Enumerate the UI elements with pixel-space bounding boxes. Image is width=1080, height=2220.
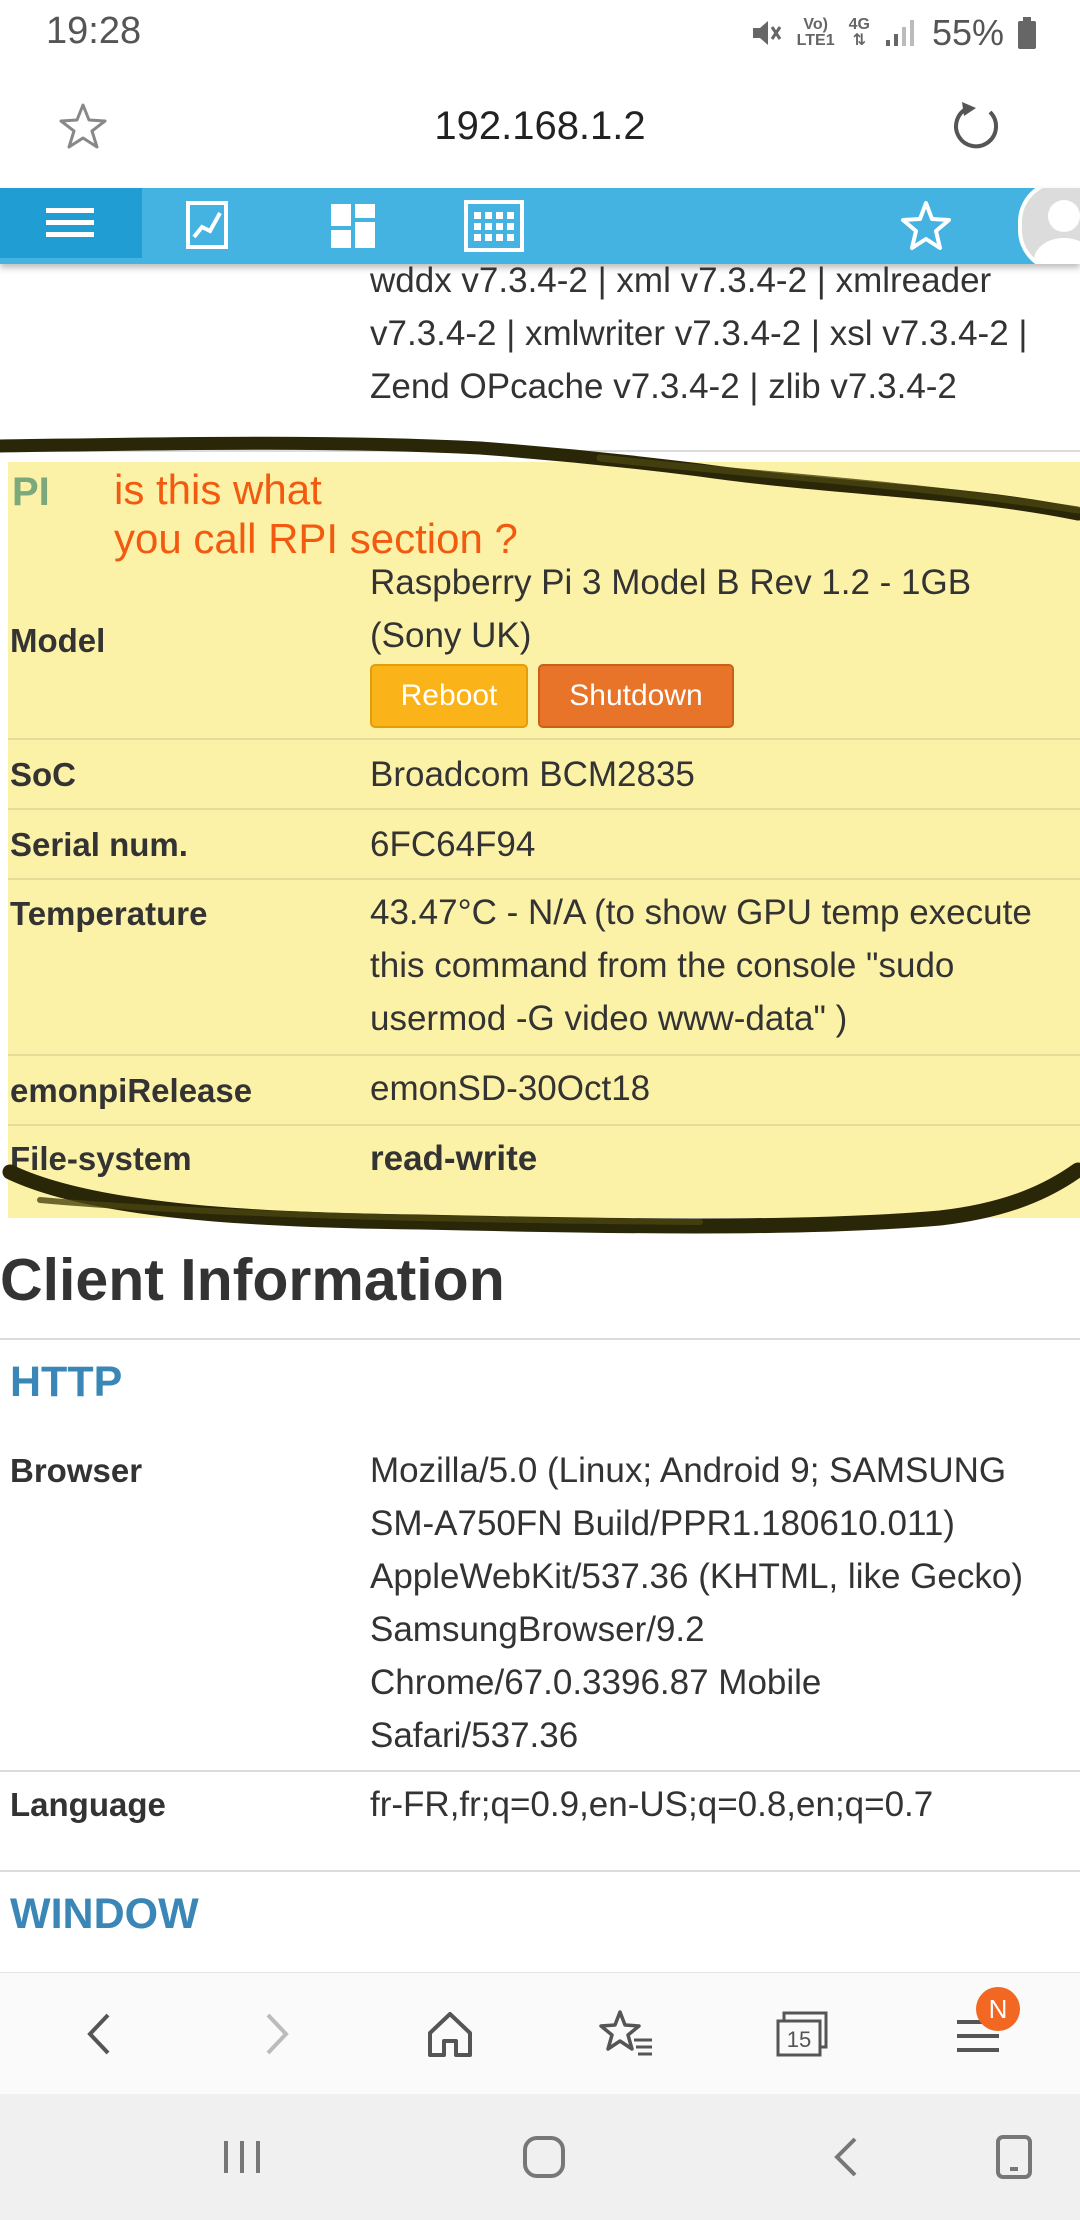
model-value-line: (Sony UK) — [370, 616, 532, 655]
reboot-button[interactable]: Reboot — [370, 664, 528, 728]
volte-text: Vo) — [803, 16, 828, 33]
serial-key: Serial num. — [10, 826, 188, 863]
back-icon — [834, 2137, 857, 2177]
status-time: 19:28 — [46, 10, 142, 52]
php-modules-line: wddx v7.3.4-2 | xml v7.3.4-2 | xmlreader — [370, 261, 992, 300]
browser-value-line: Chrome/67.0.3396.87 Mobile — [370, 1663, 822, 1702]
temperature-key: Temperature — [10, 895, 208, 932]
data-arrows-icon: ⇅ — [852, 32, 866, 49]
tabs-icon: 15 — [776, 2011, 828, 2057]
model-value: Raspberry Pi 3 Model B Rev 1.2 - 1GB (So… — [370, 556, 1070, 662]
mute-icon — [752, 21, 781, 45]
browser-value-line: Safari/537.36 — [370, 1716, 579, 1755]
apps-button[interactable] — [462, 188, 526, 264]
system-navigation-bar — [0, 2094, 1080, 2220]
graph-icon — [186, 201, 228, 249]
apps-icon — [464, 200, 524, 252]
forward-icon — [266, 2013, 289, 2055]
bookmarks-icon — [599, 2010, 652, 2056]
php-modules-line: v7.3.4-2 | xmlwriter v7.3.4-2 | xsl v7.3… — [370, 314, 1028, 353]
soc-key: SoC — [10, 756, 76, 793]
row-divider — [0, 1870, 1080, 1872]
filesystem-key: File-system — [10, 1140, 192, 1177]
window-section-header: WINDOW — [10, 1890, 199, 1938]
tabs-button[interactable]: 15 — [742, 1973, 862, 2095]
tab-count: 15 — [787, 2027, 811, 2052]
browser-menu-button[interactable] — [918, 1973, 1038, 2095]
annotation-line-1: is this what — [114, 466, 322, 513]
row-divider — [8, 738, 1080, 740]
home-button[interactable] — [390, 1973, 510, 2095]
recents-icon — [224, 2141, 260, 2173]
url-field[interactable]: 192.168.1.2 — [0, 104, 1080, 149]
model-key: Model — [10, 622, 106, 659]
status-indicators: Vo) LTE1 4G ⇅ 55% — [749, 10, 1036, 56]
soc-value: Broadcom BCM2835 — [370, 755, 695, 794]
row-divider — [0, 1770, 1080, 1772]
browser-value-line: SM-A750FN Build/PPR1.180610.011) — [370, 1504, 955, 1543]
row-divider — [0, 450, 1080, 452]
menu-icon — [46, 208, 94, 237]
status-bar: 19:28 Vo) LTE1 4G ⇅ 55% — [0, 0, 1080, 66]
temperature-value-line: this command from the console "sudo — [370, 946, 955, 985]
filesystem-value: read-write — [370, 1139, 538, 1178]
back-icon — [87, 2013, 110, 2055]
battery-icon — [1018, 17, 1036, 49]
model-value-line: Raspberry Pi 3 Model B Rev 1.2 - 1GB — [370, 563, 972, 602]
browser-value: Mozilla/5.0 (Linux; Android 9; SAMSUNG S… — [370, 1444, 1070, 1762]
row-divider — [8, 808, 1080, 810]
favorite-star-icon — [901, 201, 951, 250]
emoncms-nav — [0, 188, 1080, 264]
menu-button[interactable] — [0, 188, 142, 258]
row-divider — [8, 878, 1080, 880]
row-divider — [8, 1054, 1080, 1056]
signal-icon — [885, 20, 914, 46]
forward-button[interactable] — [216, 1973, 336, 2095]
temperature-value: 43.47°C - N/A (to show GPU temp execute … — [370, 886, 1070, 1045]
screenshot-button[interactable] — [954, 2094, 1074, 2220]
pi-section-header: PI — [12, 470, 50, 514]
address-bar: 192.168.1.2 — [0, 66, 1080, 188]
system-back-button[interactable] — [786, 2094, 906, 2220]
notification-badge: N — [976, 1987, 1020, 2031]
client-info-title: Client Information — [0, 1247, 505, 1313]
language-value: fr-FR,fr;q=0.9,en-US;q=0.8,en;q=0.7 — [370, 1785, 934, 1824]
language-key: Language — [10, 1786, 166, 1823]
screenshot-icon — [996, 2135, 1032, 2179]
browser-key: Browser — [10, 1452, 143, 1489]
dashboard-icon — [331, 204, 375, 248]
row-divider — [0, 1338, 1080, 1340]
browser-toolbar: 15 N — [0, 1972, 1080, 2095]
http-section-header: HTTP — [10, 1358, 123, 1406]
graph-button[interactable] — [182, 188, 232, 264]
user-avatar-icon — [1034, 200, 1080, 264]
favorite-button[interactable] — [896, 188, 956, 264]
network-type: 4G ⇅ — [849, 17, 870, 49]
reload-icon[interactable] — [948, 98, 1004, 154]
temperature-value-line: usermod -G video www-data" ) — [370, 999, 848, 1038]
php-modules-line: Zend OPcache v7.3.4-2 | zlib v7.3.4-2 — [370, 367, 957, 406]
battery-percent: 55% — [931, 12, 1004, 53]
browser-value-line: Mozilla/5.0 (Linux; Android 9; SAMSUNG — [370, 1451, 1007, 1490]
recents-button[interactable] — [182, 2094, 302, 2220]
back-button[interactable] — [40, 1973, 160, 2095]
dashboard-button[interactable] — [328, 188, 378, 264]
home-icon — [523, 2136, 565, 2178]
user-avatar[interactable] — [1018, 188, 1080, 264]
home-icon — [428, 2012, 472, 2057]
lte-text: LTE1 — [796, 32, 835, 49]
network-type-text: 4G — [848, 16, 870, 33]
temperature-value-line: 43.47°C - N/A (to show GPU temp execute — [370, 893, 1032, 932]
shutdown-button[interactable]: Shutdown — [538, 664, 734, 728]
browser-value-line: AppleWebKit/537.36 (KHTML, like Gecko) — [370, 1557, 1023, 1596]
bookmarks-button[interactable] — [566, 1973, 686, 2095]
row-divider — [8, 1124, 1080, 1126]
release-value: emonSD-30Oct18 — [370, 1069, 651, 1108]
php-modules-list: wddx v7.3.4-2 | xml v7.3.4-2 | xmlreader… — [370, 254, 1070, 413]
browser-value-line: SamsungBrowser/9.2 — [370, 1610, 705, 1649]
serial-value: 6FC64F94 — [370, 825, 536, 864]
volte-indicator: Vo) LTE1 — [797, 17, 835, 49]
release-key: emonpiRelease — [10, 1072, 253, 1109]
system-home-button[interactable] — [484, 2094, 604, 2220]
